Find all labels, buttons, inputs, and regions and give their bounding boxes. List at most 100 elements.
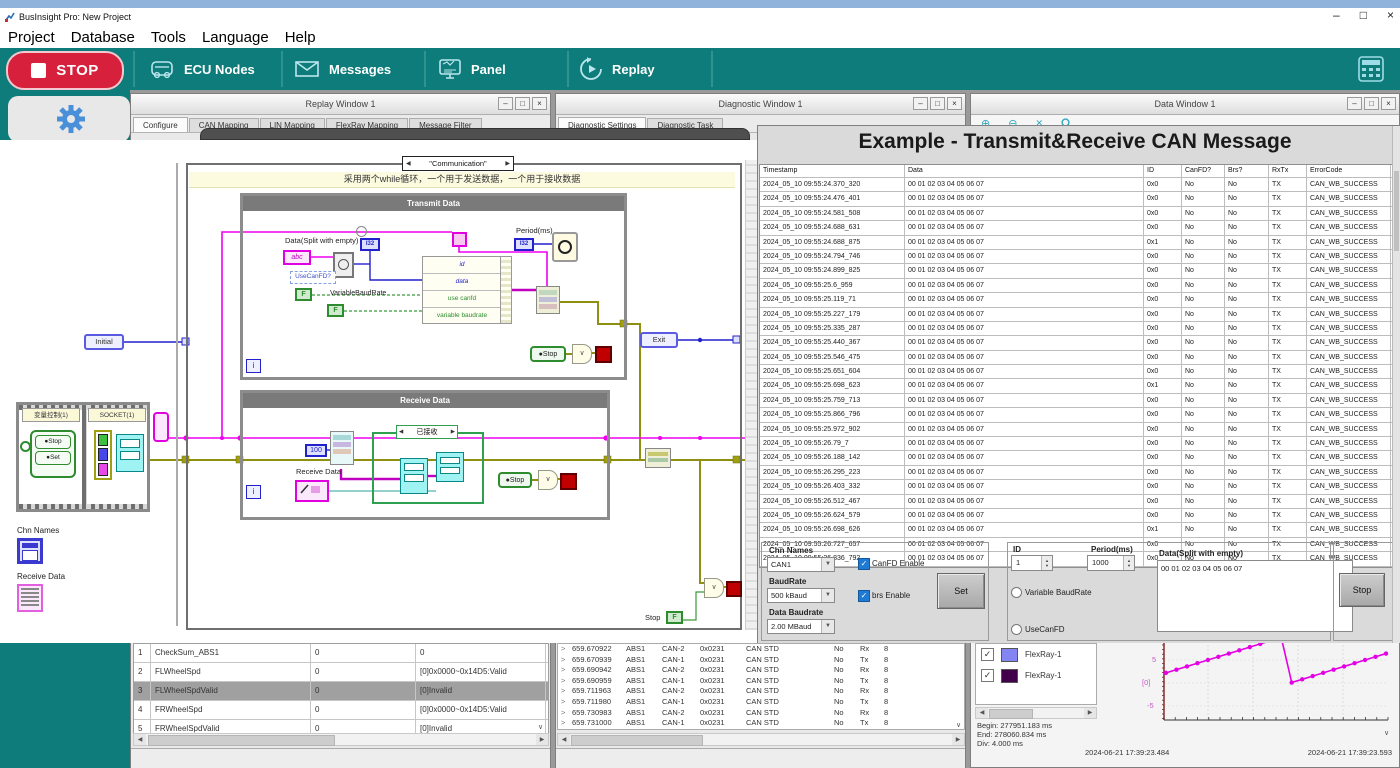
toolbar-button-ecu-nodes[interactable]: ECU Nodes xyxy=(148,50,255,88)
diagnostic-close-button[interactable]: × xyxy=(947,97,962,110)
bottom-stop-constant[interactable]: F xyxy=(666,611,683,624)
data-minimize-button[interactable]: – xyxy=(1347,97,1362,110)
diagnostic-maximize-button[interactable]: □ xyxy=(930,97,945,110)
menu-item-language[interactable]: Language xyxy=(202,29,269,46)
id-terminal[interactable]: I32 xyxy=(360,238,380,251)
can-table-row[interactable]: 2024_05_10 09:55:26.79_700 01 02 03 04 0… xyxy=(760,437,1392,451)
expand-icon[interactable]: > xyxy=(558,718,572,729)
transmit-stop-terminal[interactable] xyxy=(595,346,612,363)
can-table-row[interactable]: 2024_05_10 09:55:24.476_40100 01 02 03 0… xyxy=(760,192,1392,206)
can-table-row[interactable]: 2024_05_10 09:55:24.899_82500 01 02 03 0… xyxy=(760,264,1392,278)
socket-init-node[interactable] xyxy=(116,434,144,472)
chn-names-dropdown[interactable]: CAN1▼ xyxy=(767,557,835,572)
legend-hscrollbar[interactable]: ◀ ▶ xyxy=(975,707,1097,719)
expand-icon[interactable]: > xyxy=(558,686,572,697)
decode-node-1[interactable] xyxy=(400,458,428,494)
exit-enum-constant[interactable]: Exit xyxy=(640,332,678,348)
data-close-button[interactable]: × xyxy=(1381,97,1396,110)
trace-table-row[interactable]: >659.670939ABS1CAN-10x0231CAN STDNoTx8 xyxy=(558,655,964,666)
set-button[interactable]: Set xyxy=(937,573,985,609)
can-table-row[interactable]: 2024_05_10 09:55:25.759_71300 01 02 03 0… xyxy=(760,394,1392,408)
receive-stop-boolean[interactable]: ●Stop xyxy=(498,472,532,488)
scroll-thumb[interactable] xyxy=(989,709,1033,719)
transmit-stop-boolean[interactable]: ●Stop xyxy=(530,346,566,362)
signal-table-row[interactable]: 4FRWheelSpd0[0]0x0000~0x14D5:Valid xyxy=(134,701,548,720)
expand-icon[interactable]: > xyxy=(558,665,572,676)
legend-checkbox[interactable]: ✓ xyxy=(981,669,994,682)
trace-table-row[interactable]: >659.690942ABS1CAN-20x0231CAN STDNoRx8 xyxy=(558,665,964,676)
legend-checkbox[interactable]: ✓ xyxy=(981,648,994,661)
can-table-row[interactable]: 2024_05_10 09:55:26.188_14200 01 02 03 0… xyxy=(760,451,1392,465)
data-window-titlebar[interactable]: Data Window 1 – □ × xyxy=(971,94,1399,115)
maximize-button[interactable]: □ xyxy=(1360,8,1367,22)
initial-enum-constant[interactable]: Initial xyxy=(84,334,124,350)
chart-scroll-down-icon[interactable]: ∨ xyxy=(1384,729,1389,737)
scroll-right-icon[interactable]: ▶ xyxy=(1084,708,1096,718)
diagnostic-window-titlebar[interactable]: Diagnostic Window 1 – □ × xyxy=(556,94,965,115)
trace-table-row[interactable]: >659.690959ABS1CAN-10x0231CAN STDNoTx8 xyxy=(558,676,964,687)
can-table-row[interactable]: 2024_05_10 09:55:24.370_32000 01 02 03 0… xyxy=(760,178,1392,192)
signal-table-row[interactable]: 3FLWheelSpdValid0[0]Invalid xyxy=(134,682,548,701)
menu-item-database[interactable]: Database xyxy=(71,29,135,46)
varbaud-false-constant[interactable]: F xyxy=(327,304,344,317)
timeout-constant[interactable]: 100 xyxy=(305,444,327,457)
variable-baudrate-radio[interactable] xyxy=(1011,587,1022,598)
replay-minimize-button[interactable]: – xyxy=(498,97,513,110)
trace-hscrollbar[interactable]: ◀ ▶ xyxy=(557,733,965,746)
toolbar-button-panel[interactable]: Panel xyxy=(437,50,506,88)
can-table-row[interactable]: 2024_05_10 09:55:24.794_74600 01 02 03 0… xyxy=(760,250,1392,264)
receive-stop-terminal[interactable] xyxy=(560,473,577,490)
data-split-terminal[interactable]: abc xyxy=(283,250,311,265)
diagram-scrollbar[interactable] xyxy=(745,160,757,630)
trace-table-row[interactable]: >659.730983ABS1CAN-20x0231CAN STDNoRx8 xyxy=(558,708,964,719)
bottom-stop-terminal[interactable] xyxy=(726,581,742,597)
scroll-thumb[interactable] xyxy=(571,735,703,746)
trace-table-row[interactable]: >659.711980ABS1CAN-10x0231CAN STDNoTx8 xyxy=(558,697,964,708)
data-maximize-button[interactable]: □ xyxy=(1364,97,1379,110)
data-textarea[interactable]: 00 01 02 03 04 05 06 07 xyxy=(1157,560,1353,632)
signal-table-row[interactable]: 1CheckSum_ABS100 xyxy=(134,644,548,663)
decode-node-2[interactable] xyxy=(436,452,464,482)
signal-hscrollbar[interactable]: ◀ ▶ xyxy=(133,733,549,746)
can-table-row[interactable]: 2024_05_10 09:55:25.698_62300 01 02 03 0… xyxy=(760,379,1392,393)
bundle-by-name-node[interactable]: id data use canfd variable baudrate xyxy=(422,256,502,324)
scroll-left-icon[interactable]: ◀ xyxy=(134,734,146,745)
can-table-row[interactable]: 2024_05_10 09:55:26.624_57900 01 02 03 0… xyxy=(760,509,1392,523)
menu-item-tools[interactable]: Tools xyxy=(151,29,186,46)
panel-stop-button[interactable]: Stop xyxy=(1339,573,1385,607)
period-terminal[interactable]: I32 xyxy=(514,238,534,251)
expand-icon[interactable]: > xyxy=(558,697,572,708)
period-spinner[interactable]: 1000▲▼ xyxy=(1087,555,1135,571)
receive-case-selector[interactable]: ◀ 已接收 ▶ xyxy=(396,425,458,439)
settings-sidebar-button[interactable] xyxy=(8,96,130,142)
stop-button[interactable]: STOP xyxy=(6,51,124,90)
data-baudrate-dropdown[interactable]: 2.00 MBaud▼ xyxy=(767,619,835,634)
canfd-enable-checkbox[interactable]: ✓ xyxy=(858,558,870,570)
scroll-thumb[interactable] xyxy=(148,735,335,746)
can-table-row[interactable]: 2024_05_10 09:55:25.335_28700 01 02 03 0… xyxy=(760,322,1392,336)
can-table-row[interactable]: 2024_05_10 09:55:25.972_90200 01 02 03 0… xyxy=(760,423,1392,437)
baudrate-dropdown[interactable]: 500 kBaud▼ xyxy=(767,588,835,603)
scroll-left-icon[interactable]: ◀ xyxy=(558,734,570,745)
close-button[interactable]: × xyxy=(1387,8,1394,22)
variable-cluster[interactable]: ●Stop ●Set xyxy=(30,430,76,478)
minimize-button[interactable]: – xyxy=(1333,8,1340,22)
trace-table-row[interactable]: >659.670922ABS1CAN-20x0231CAN STDNoRx8 xyxy=(558,644,964,655)
can-table-row[interactable]: 2024_05_10 09:55:25.546_47500 01 02 03 0… xyxy=(760,351,1392,365)
tab-configure[interactable]: Configure xyxy=(133,117,188,132)
trace-table-row[interactable]: >659.731000ABS1CAN-10x0231CAN STDNoTx8 xyxy=(558,718,964,729)
menu-item-help[interactable]: Help xyxy=(285,29,316,46)
can-table-row[interactable]: 2024_05_10 09:55:24.688_63100 01 02 03 0… xyxy=(760,221,1392,235)
can-table-row[interactable]: 2024_05_10 09:55:24.688_87500 01 02 03 0… xyxy=(760,236,1392,250)
replay-maximize-button[interactable]: □ xyxy=(515,97,530,110)
can-table-row[interactable]: 2024_05_10 09:55:25.6_95900 01 02 03 04 … xyxy=(760,279,1392,293)
cluster-constant[interactable] xyxy=(452,232,467,247)
scroll-right-icon[interactable]: ▶ xyxy=(952,734,964,745)
expand-icon[interactable]: > xyxy=(558,644,572,655)
trace-scroll-down-icon[interactable]: ∨ xyxy=(956,721,961,729)
replay-close-button[interactable]: × xyxy=(532,97,547,110)
can-table-row[interactable]: 2024_05_10 09:55:26.403_33200 01 02 03 0… xyxy=(760,480,1392,494)
receive-case-structure[interactable] xyxy=(372,432,484,504)
receive-data-indicator[interactable] xyxy=(295,480,329,502)
signal-table-row[interactable]: 2FLWheelSpd0[0]0x0000~0x14D5:Valid xyxy=(134,663,548,682)
